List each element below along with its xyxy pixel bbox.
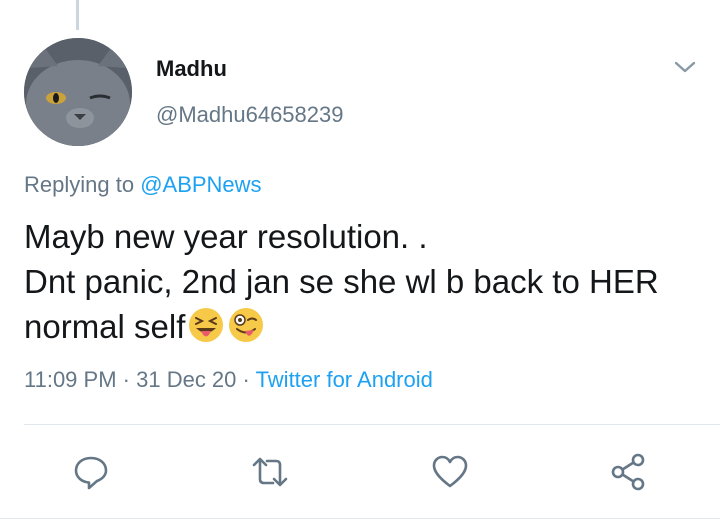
tweet-time: 11:09 PM <box>24 367 117 392</box>
avatar[interactable] <box>24 38 132 146</box>
share-icon <box>611 453 645 491</box>
more-options-button[interactable] <box>672 56 698 78</box>
meta-separator: · <box>116 367 137 392</box>
bottom-border <box>0 518 720 519</box>
cat-avatar-image <box>24 38 132 146</box>
retweet-icon <box>252 457 288 487</box>
tweet-text-line: Dnt panic, 2nd jan se she wl b back to H… <box>24 263 659 300</box>
reply-mention-link[interactable]: @ABPNews <box>140 172 261 197</box>
meta-separator: · <box>236 367 256 392</box>
reply-button[interactable] <box>71 452 111 492</box>
user-handle[interactable]: @Madhu64658239 <box>156 102 343 128</box>
chevron-down-icon <box>674 61 696 73</box>
share-button[interactable] <box>609 452 649 492</box>
thread-connector-line <box>76 0 79 30</box>
tweet-metadata: 11:09 PM · 31 Dec 20 · Twitter for Andro… <box>24 367 433 393</box>
retweet-button[interactable] <box>250 452 290 492</box>
tweet-text-segment: normal self <box>24 308 186 345</box>
tweet-date: 31 Dec 20 <box>136 367 237 392</box>
like-icon <box>432 455 468 488</box>
like-button[interactable] <box>430 452 470 492</box>
replying-to-label: Replying to <box>24 172 141 197</box>
tweet-text: Mayb new year resolution. . Dnt panic, 2… <box>24 214 704 349</box>
divider <box>24 424 720 425</box>
tweet-source-link[interactable]: Twitter for Android <box>256 367 433 392</box>
tweet-actions-bar <box>0 452 720 492</box>
reply-icon <box>74 456 108 490</box>
tweet-text-line: normal self <box>24 304 704 349</box>
winking-tongue-emoji-icon <box>229 308 264 342</box>
tweet-text-line: Mayb new year resolution. . <box>24 218 428 255</box>
replying-to-line: Replying to @ABPNews <box>24 172 262 198</box>
squinting-tongue-emoji-icon <box>189 308 224 342</box>
display-name[interactable]: Madhu <box>156 56 227 82</box>
